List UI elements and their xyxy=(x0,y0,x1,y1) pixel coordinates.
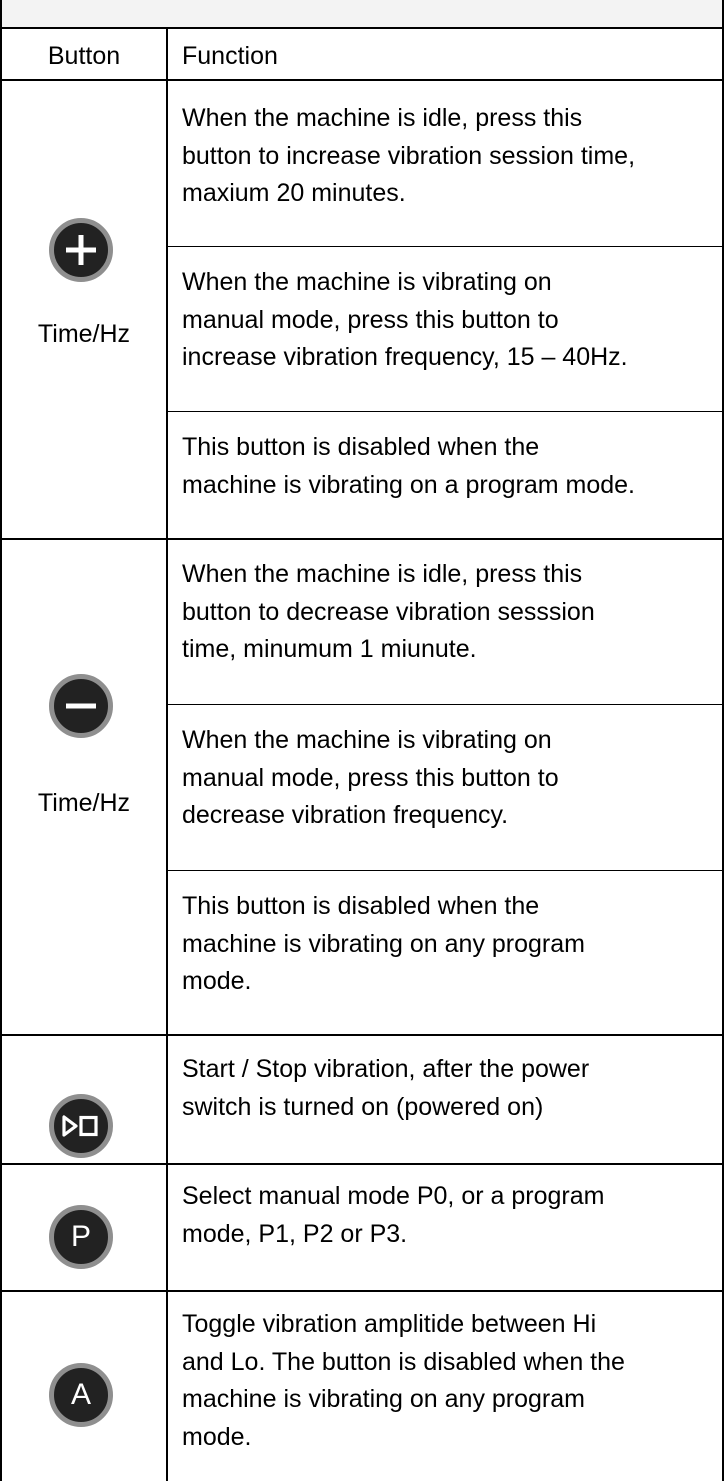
row-divider xyxy=(2,1034,722,1036)
cell-divider xyxy=(166,704,722,705)
function-cell: When the machine is vibrating on manual … xyxy=(182,726,559,829)
function-cell: Select manual mode P0, or a program mode… xyxy=(182,1182,605,1248)
row-divider xyxy=(2,1290,722,1292)
row-divider xyxy=(2,538,722,540)
table-top-bar xyxy=(2,0,722,29)
button-caption: Time/Hz xyxy=(37,789,131,817)
header-button: Button xyxy=(47,42,121,70)
cell-divider xyxy=(166,870,722,871)
button-caption: Time/Hz xyxy=(37,320,131,348)
program-p-icon: P xyxy=(49,1205,113,1269)
function-cell: This button is disabled when the machine… xyxy=(182,892,585,995)
function-cell: When the machine is idle, press this but… xyxy=(182,104,636,207)
function-cell: When the machine is vibrating on manual … xyxy=(182,268,628,371)
button-function-table: Button Function Time/Hz When the machine… xyxy=(0,0,724,1481)
plus-icon xyxy=(49,218,113,282)
row-divider xyxy=(2,79,722,81)
function-cell: When the machine is idle, press this but… xyxy=(182,560,595,663)
header-function: Function xyxy=(182,42,278,70)
minus-icon xyxy=(49,674,113,738)
cell-divider xyxy=(166,246,722,247)
start-stop-icon xyxy=(49,1094,113,1158)
amplitude-a-icon: A xyxy=(49,1363,113,1427)
cell-divider xyxy=(166,411,722,412)
function-cell: Toggle vibration amplitide between Hi an… xyxy=(182,1310,625,1451)
function-cell: Start / Stop vibration, after the power … xyxy=(182,1055,590,1121)
function-cell: This button is disabled when the machine… xyxy=(182,433,636,499)
row-divider xyxy=(2,1163,722,1165)
